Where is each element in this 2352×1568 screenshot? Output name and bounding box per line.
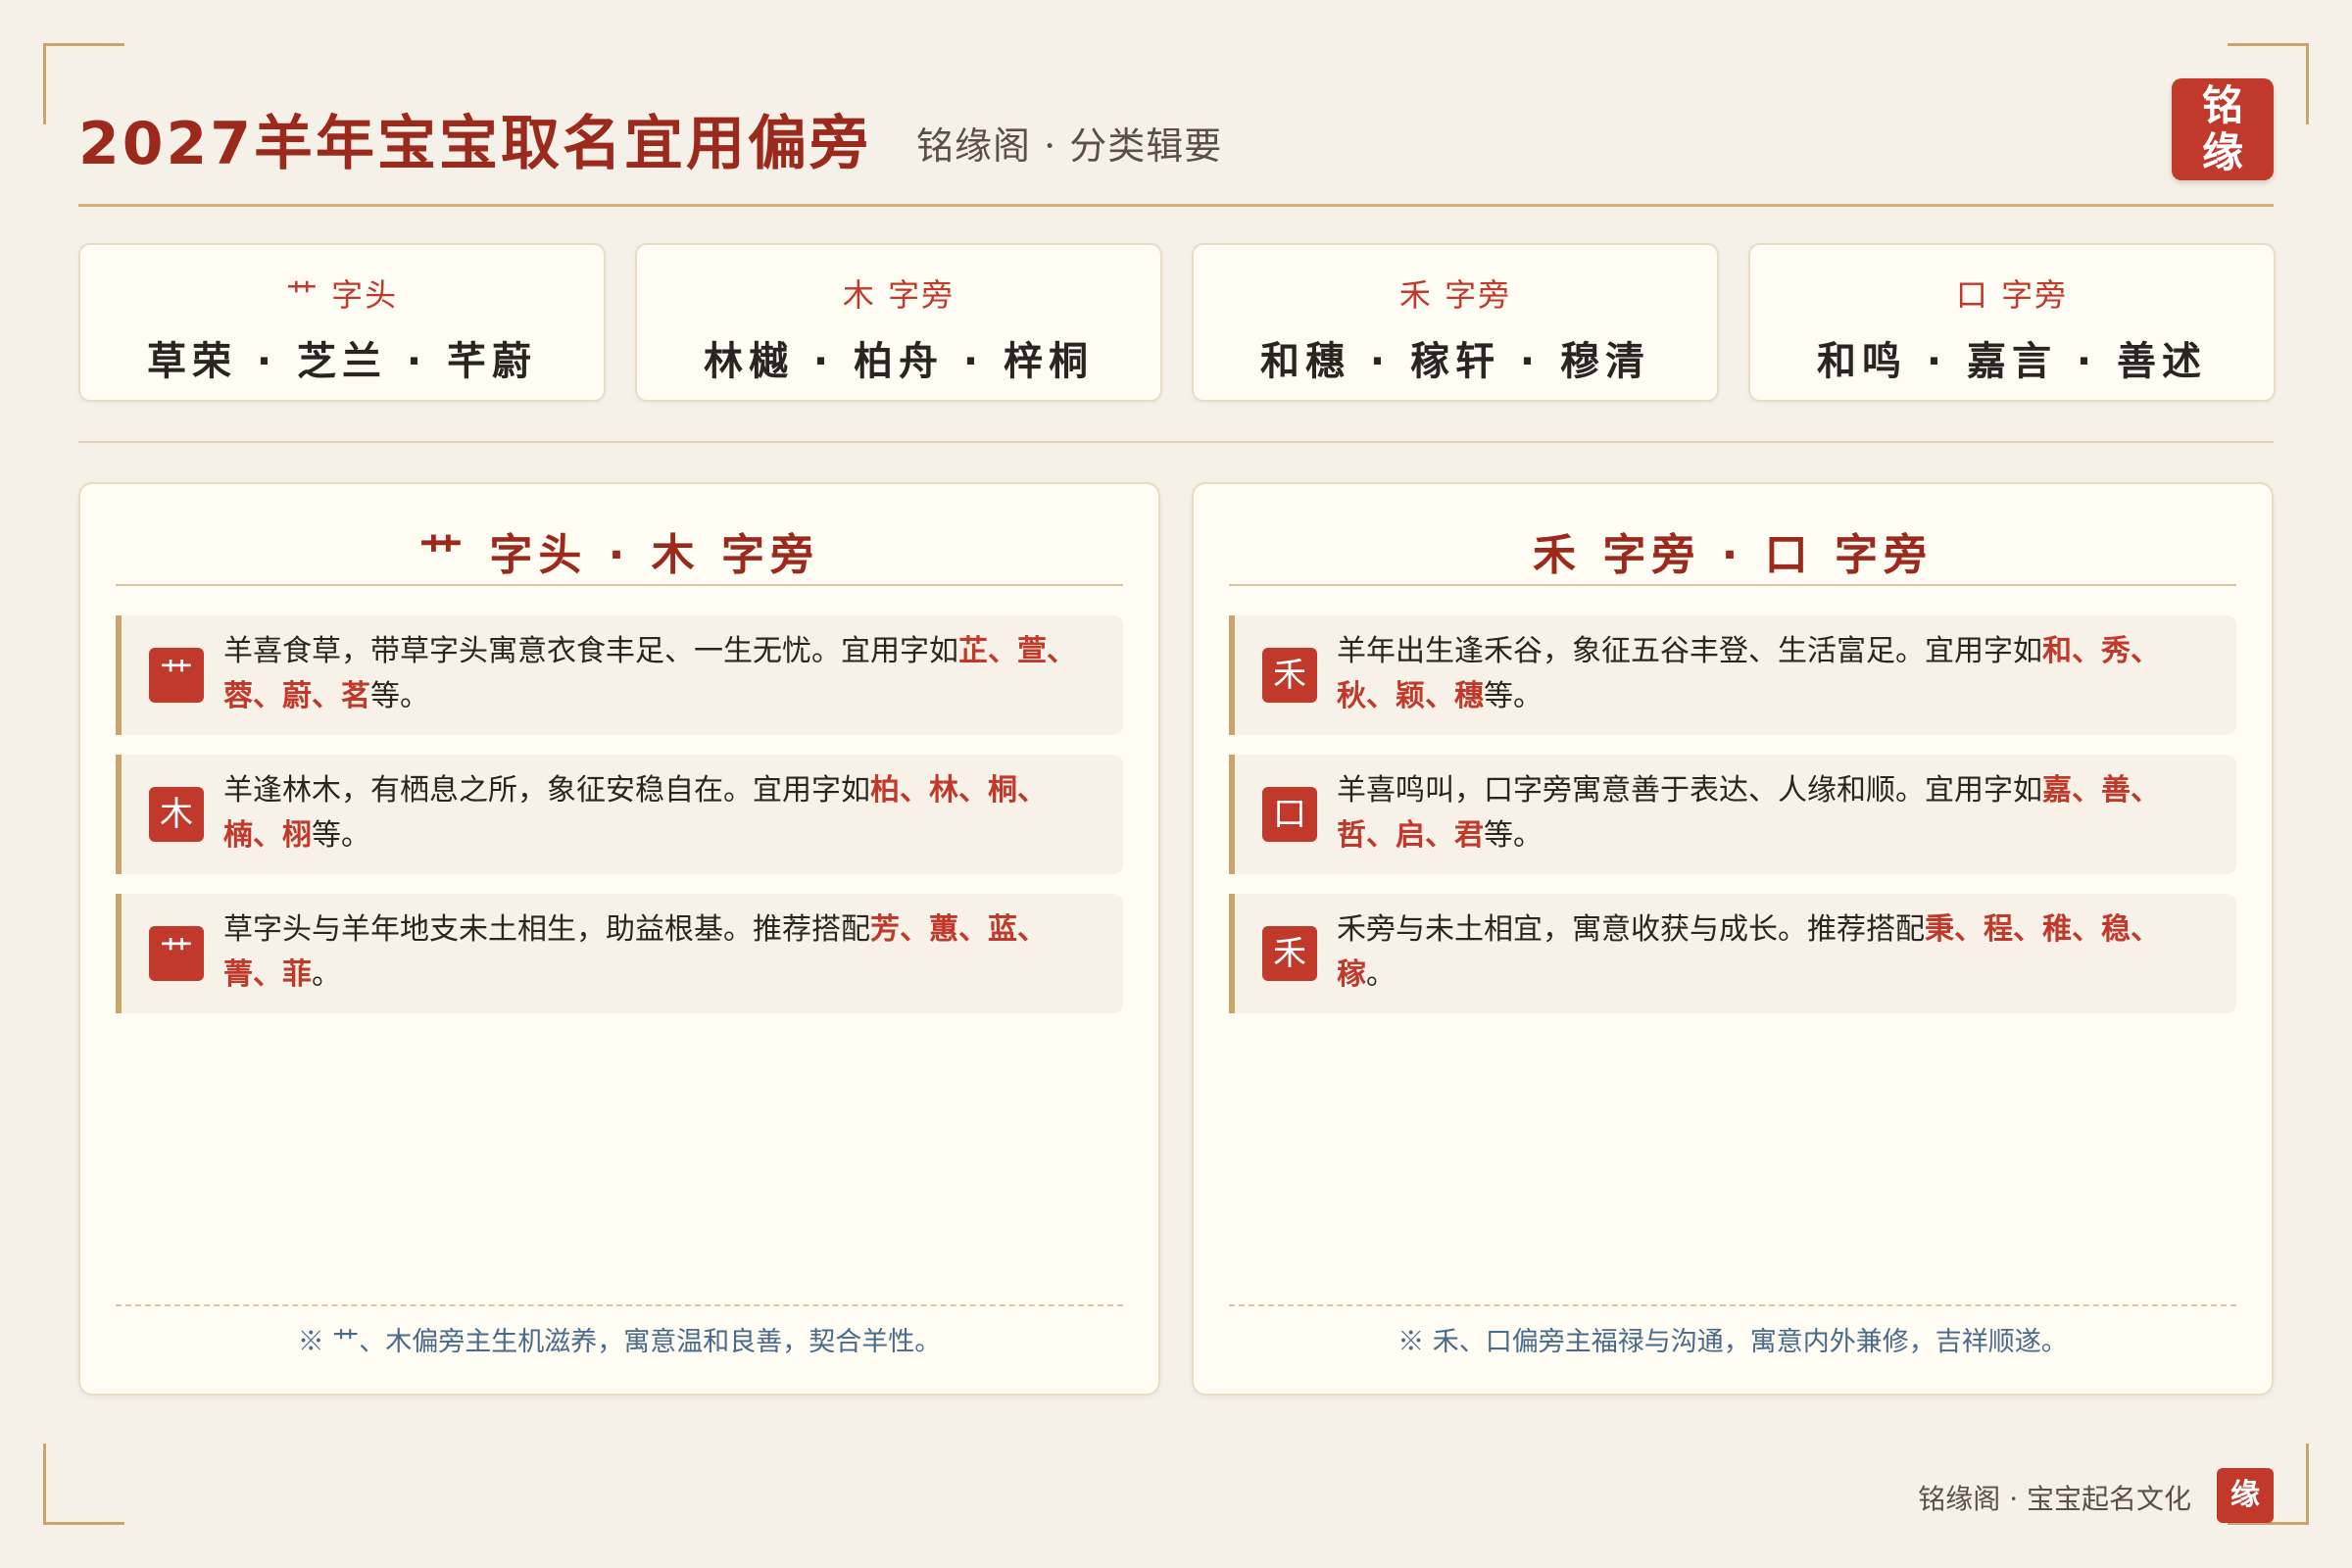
radical-mu-icon: 木 (149, 787, 204, 842)
item-text: 羊年出生逢禾谷，象征五谷丰登、生活富足。宜用字如和、秀、秋、颖、穗等。 (1337, 634, 2160, 713)
card-names: 草荣 · 芝兰 · 芊蔚 (146, 339, 538, 384)
card-radical: 木 字旁 (842, 276, 956, 314)
radical-item: 木 羊逢林木，有栖息之所，象征安稳自在。宜用字如柏、林、桐、楠、栩等。 (116, 755, 1123, 874)
radical-cao-icon: 艹 (149, 926, 204, 981)
seal-logo: 铭 缘 (2172, 78, 2274, 180)
card-radical: 口 字旁 (1955, 276, 2069, 314)
radical-item: 艹 草字头与羊年地支未土相生，助益根基。推荐搭配芳、蕙、蓝、菁、菲。 (116, 894, 1123, 1013)
item-text: 禾旁与未土相宜，寓意收获与成长。推荐搭配秉、程、稚、稳、稼。 (1337, 912, 2160, 992)
page-header: 2027羊年宝宝取名宜用偏旁 铭缘阁 · 分类辑要 铭 缘 (78, 78, 2274, 207)
radical-card-cao: 艹 字头 草荣 · 芝兰 · 芊蔚 (78, 243, 606, 402)
radical-he-icon: 禾 (1262, 926, 1317, 981)
radical-cards: 艹 字头 草荣 · 芝兰 · 芊蔚 木 字旁 林樾 · 柏舟 · 梓桐 禾 字旁… (78, 243, 2276, 402)
radical-item: 禾 禾旁与未土相宜，寓意收获与成长。推荐搭配秉、程、稚、稳、稼。 (1229, 894, 2236, 1013)
item-text: 羊逢林木，有栖息之所，象征安稳自在。宜用字如柏、林、桐、楠、栩等。 (223, 773, 1047, 853)
panel-note: ※ 艹、木偏旁主生机滋养，寓意温和良善，契合羊性。 (116, 1304, 1123, 1358)
item-text: 羊喜鸣叫，口字旁寓意善于表达、人缘和顺。宜用字如嘉、善、哲、启、君等。 (1337, 773, 2160, 853)
seal-char-top: 铭 (2201, 81, 2243, 129)
radical-kou-icon: 口 (1262, 787, 1317, 842)
panel-cao-mu: 艹 字头 · 木 字旁 艹 羊喜食草，带草字头寓意衣食丰足、一生无忧。宜用字如芷… (78, 482, 1160, 1396)
radical-card-kou: 口 字旁 和鸣 · 嘉言 · 善述 (1748, 243, 2276, 402)
footer-seal-logo: 缘 (2217, 1468, 2274, 1523)
panel-title: 禾 字旁 · 口 字旁 (1229, 519, 2236, 586)
radical-cao-icon: 艹 (149, 648, 204, 703)
radical-card-he: 禾 字旁 和穗 · 稼轩 · 穆清 (1192, 243, 1719, 402)
panel-title: 艹 字头 · 木 字旁 (116, 519, 1123, 586)
radical-item: 禾 羊年出生逢禾谷，象征五谷丰登、生活富足。宜用字如和、秀、秋、颖、穗等。 (1229, 615, 2236, 735)
panel-he-kou: 禾 字旁 · 口 字旁 禾 羊年出生逢禾谷，象征五谷丰登、生活富足。宜用字如和、… (1192, 482, 2274, 1396)
card-names: 林樾 · 柏舟 · 梓桐 (703, 339, 1095, 384)
radical-item: 口 羊喜鸣叫，口字旁寓意善于表达、人缘和顺。宜用字如嘉、善、哲、启、君等。 (1229, 755, 2236, 874)
card-names: 和穗 · 稼轩 · 穆清 (1259, 339, 1651, 384)
section-divider (78, 441, 2274, 443)
card-radical: 艹 字头 (285, 276, 399, 314)
corner-ornament-bottom-left (43, 1444, 124, 1525)
page-title: 2027羊年宝宝取名宜用偏旁 (78, 110, 871, 178)
radical-item: 艹 羊喜食草，带草字头寓意衣食丰足、一生无忧。宜用字如芷、萱、蓉、蔚、茗等。 (116, 615, 1123, 735)
card-radical: 禾 字旁 (1398, 276, 1512, 314)
item-text: 草字头与羊年地支未土相生，助益根基。推荐搭配芳、蕙、蓝、菁、菲。 (223, 912, 1047, 992)
seal-char-bottom: 缘 (2201, 128, 2243, 176)
card-names: 和鸣 · 嘉言 · 善述 (1816, 339, 2208, 384)
radical-he-icon: 禾 (1262, 648, 1317, 703)
panel-note: ※ 禾、口偏旁主福禄与沟通，寓意内外兼修，吉祥顺遂。 (1229, 1304, 2236, 1358)
item-text: 羊喜食草，带草字头寓意衣食丰足、一生无忧。宜用字如芷、萱、蓉、蔚、茗等。 (223, 634, 1076, 713)
radical-card-mu: 木 字旁 林樾 · 柏舟 · 梓桐 (635, 243, 1162, 402)
footer-text: 铭缘阁 · 宝宝起名文化 (1918, 1483, 2191, 1515)
page-subtitle: 铭缘阁 · 分类辑要 (916, 124, 1223, 168)
